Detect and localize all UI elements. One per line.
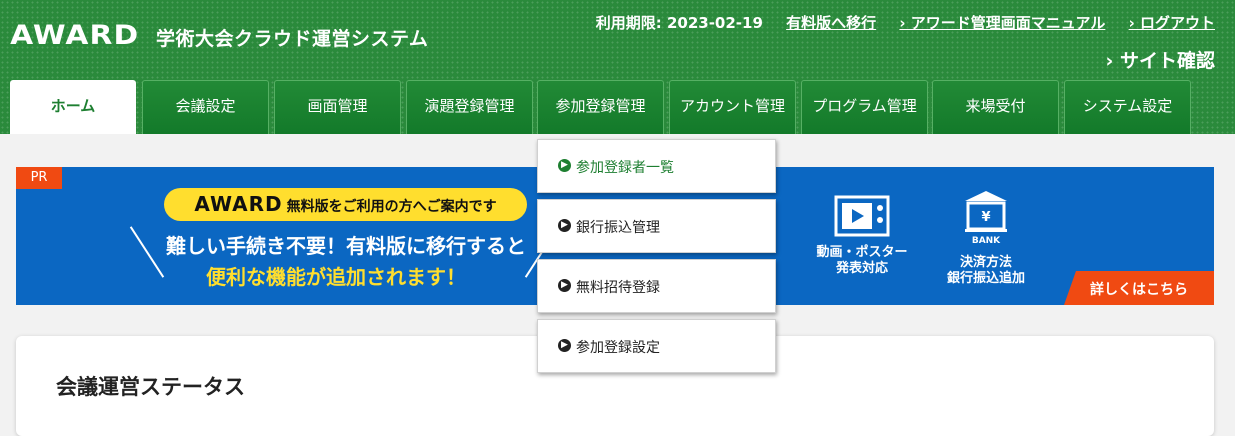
- header: AWARD 学術大会クラウド運営システム 利用期限: 2023-02-19 有料…: [0, 0, 1235, 134]
- feature-bank: ¥ BANK 決済方法 銀行振込追加: [936, 189, 1036, 287]
- arrow-circle-icon: ▶: [558, 219, 571, 232]
- tab-conference-settings[interactable]: 会議設定: [142, 80, 269, 134]
- tab-reception[interactable]: 来場受付: [932, 80, 1059, 134]
- menu-item-label: 参加登録設定: [576, 340, 660, 356]
- menu-item-label: 無料招待登録: [576, 280, 660, 296]
- details-button[interactable]: 詳しくはこちら: [1064, 271, 1214, 305]
- menu-item-registration-settings[interactable]: ▶ 参加登録設定: [537, 319, 776, 373]
- feature-video-line1: 動画・ポスター: [816, 245, 908, 260]
- arrow-circle-icon: ▶: [558, 339, 571, 352]
- feature-video: 動画・ポスター 発表対応: [812, 195, 912, 277]
- arrow-circle-icon: ▶: [558, 159, 571, 172]
- logo-text: AWARD: [10, 20, 140, 51]
- pill-logo: AWARD: [194, 192, 283, 216]
- menu-item-registrant-list[interactable]: ▶ 参加登録者一覧: [537, 139, 776, 193]
- arrow-circle-icon: ▶: [558, 279, 571, 292]
- system-title: 学術大会クラウド運営システム: [156, 28, 429, 50]
- award-logo[interactable]: AWARD: [10, 20, 138, 51]
- manual-link[interactable]: › アワード管理画面マニュアル: [899, 14, 1105, 32]
- bank-badge: BANK: [971, 236, 1001, 246]
- feature-bank-line2: 銀行振込追加: [946, 271, 1025, 286]
- banner-headline-1: 難しい手続き不要！有料版に移行すると: [166, 234, 526, 258]
- tab-registration-management[interactable]: 参加登録管理: [537, 80, 664, 134]
- upgrade-link[interactable]: 有料版へ移行: [786, 14, 876, 32]
- logout-link[interactable]: › ログアウト: [1129, 14, 1215, 32]
- pr-badge: PR: [16, 167, 62, 189]
- tab-program-management[interactable]: プログラム管理: [801, 80, 928, 134]
- expiry-date: 利用期限: 2023-02-19: [595, 14, 763, 32]
- top-links: 利用期限: 2023-02-19 有料版へ移行 › アワード管理画面マニュアル …: [578, 12, 1215, 33]
- menu-item-free-invitation[interactable]: ▶ 無料招待登録: [537, 259, 776, 313]
- site-check-link[interactable]: › サイト確認: [1106, 46, 1215, 73]
- banner-headline-2: 便利な機能が追加されます！: [206, 265, 466, 289]
- tab-screen-management[interactable]: 画面管理: [274, 80, 401, 134]
- main-nav: ホーム 会議設定 画面管理 演題登録管理 参加登録管理 アカウント管理 プログラ…: [10, 80, 1225, 134]
- video-icon: [834, 195, 890, 237]
- feature-bank-line1: 決済方法: [959, 255, 1012, 270]
- pill-text: 無料版をご利用の方へご案内です: [286, 199, 497, 215]
- tab-system-settings[interactable]: システム設定: [1064, 80, 1191, 134]
- svg-text:¥: ¥: [981, 210, 990, 225]
- tab-home[interactable]: ホーム: [10, 80, 136, 134]
- feature-video-line2: 発表対応: [835, 261, 888, 276]
- menu-item-label: 銀行振込管理: [576, 220, 660, 236]
- banner-slash-left: [129, 226, 165, 278]
- tab-abstract-management[interactable]: 演題登録管理: [406, 80, 533, 134]
- status-card-title: 会議運営ステータス: [56, 375, 245, 399]
- banner-pill: AWARD 無料版をご利用の方へご案内です: [164, 188, 527, 221]
- tab-account-management[interactable]: アカウント管理: [669, 80, 796, 134]
- menu-item-label: 参加登録者一覧: [576, 160, 674, 176]
- menu-item-bank-transfer[interactable]: ▶ 銀行振込管理: [537, 199, 776, 253]
